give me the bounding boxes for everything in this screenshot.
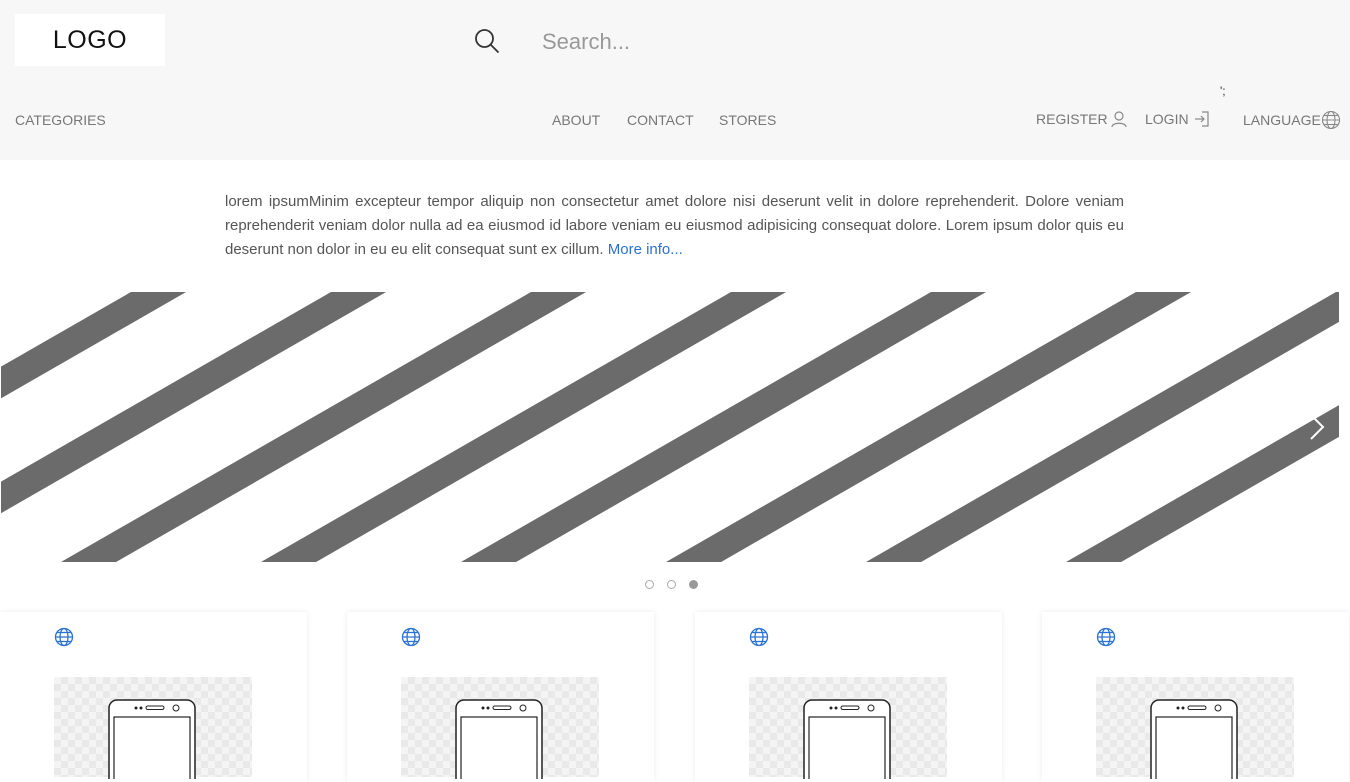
stray-text: '; xyxy=(1220,84,1226,98)
globe-icon xyxy=(1321,110,1340,130)
phone-icon xyxy=(455,699,543,779)
nav-contact-label: CONTACT xyxy=(627,112,694,128)
intro-paragraph: lorem ipsumMinim excepteur tempor aliqui… xyxy=(225,190,1124,262)
header: LOGO '; CATEGORIES ABOUT CONTACT STORES … xyxy=(0,0,1350,160)
carousel-dot-1[interactable] xyxy=(645,580,654,589)
more-info-link[interactable]: More info... xyxy=(608,241,683,258)
register-label: REGISTER xyxy=(1036,111,1108,127)
logo[interactable]: LOGO xyxy=(15,14,165,66)
login-icon xyxy=(1194,111,1209,127)
product-image[interactable] xyxy=(401,677,599,779)
product-card[interactable] xyxy=(1042,612,1349,782)
nav-about-label: ABOUT xyxy=(552,112,601,128)
search-input[interactable] xyxy=(530,22,1054,62)
language-link[interactable]: LANGUAGE xyxy=(1243,110,1341,130)
login-label: LOGIN xyxy=(1145,111,1189,127)
globe-icon xyxy=(54,627,74,647)
register-link[interactable]: REGISTER xyxy=(1036,110,1128,128)
product-card[interactable] xyxy=(695,612,1002,782)
carousel-dot-2[interactable] xyxy=(667,580,676,589)
globe-icon xyxy=(1096,627,1116,647)
globe-icon xyxy=(401,627,421,647)
nav-about[interactable]: ABOUT xyxy=(552,112,600,128)
carousel-slide-image xyxy=(1,292,1339,562)
hero-carousel[interactable] xyxy=(1,292,1339,562)
nav-categories[interactable]: CATEGORIES xyxy=(15,112,106,128)
language-label: LANGUAGE xyxy=(1243,112,1321,128)
nav-stores-label: STORES xyxy=(719,112,777,128)
product-card[interactable] xyxy=(347,612,654,782)
nav-stores[interactable]: STORES xyxy=(719,112,776,128)
product-image[interactable] xyxy=(1096,677,1294,779)
phone-icon xyxy=(803,699,891,779)
phone-icon xyxy=(1150,699,1238,779)
search-icon[interactable] xyxy=(473,27,501,55)
phone-icon xyxy=(108,699,196,779)
user-icon xyxy=(1110,111,1127,128)
globe-icon xyxy=(749,627,769,647)
carousel-indicators xyxy=(645,580,711,589)
nav-categories-label: CATEGORIES xyxy=(15,112,106,128)
carousel-dot-3[interactable] xyxy=(689,580,698,589)
product-image[interactable] xyxy=(54,677,252,779)
product-image[interactable] xyxy=(749,677,947,779)
product-card[interactable] xyxy=(0,612,307,782)
login-link[interactable]: LOGIN xyxy=(1145,110,1213,128)
chevron-right-icon[interactable] xyxy=(1306,412,1328,442)
nav-contact[interactable]: CONTACT xyxy=(627,112,694,128)
